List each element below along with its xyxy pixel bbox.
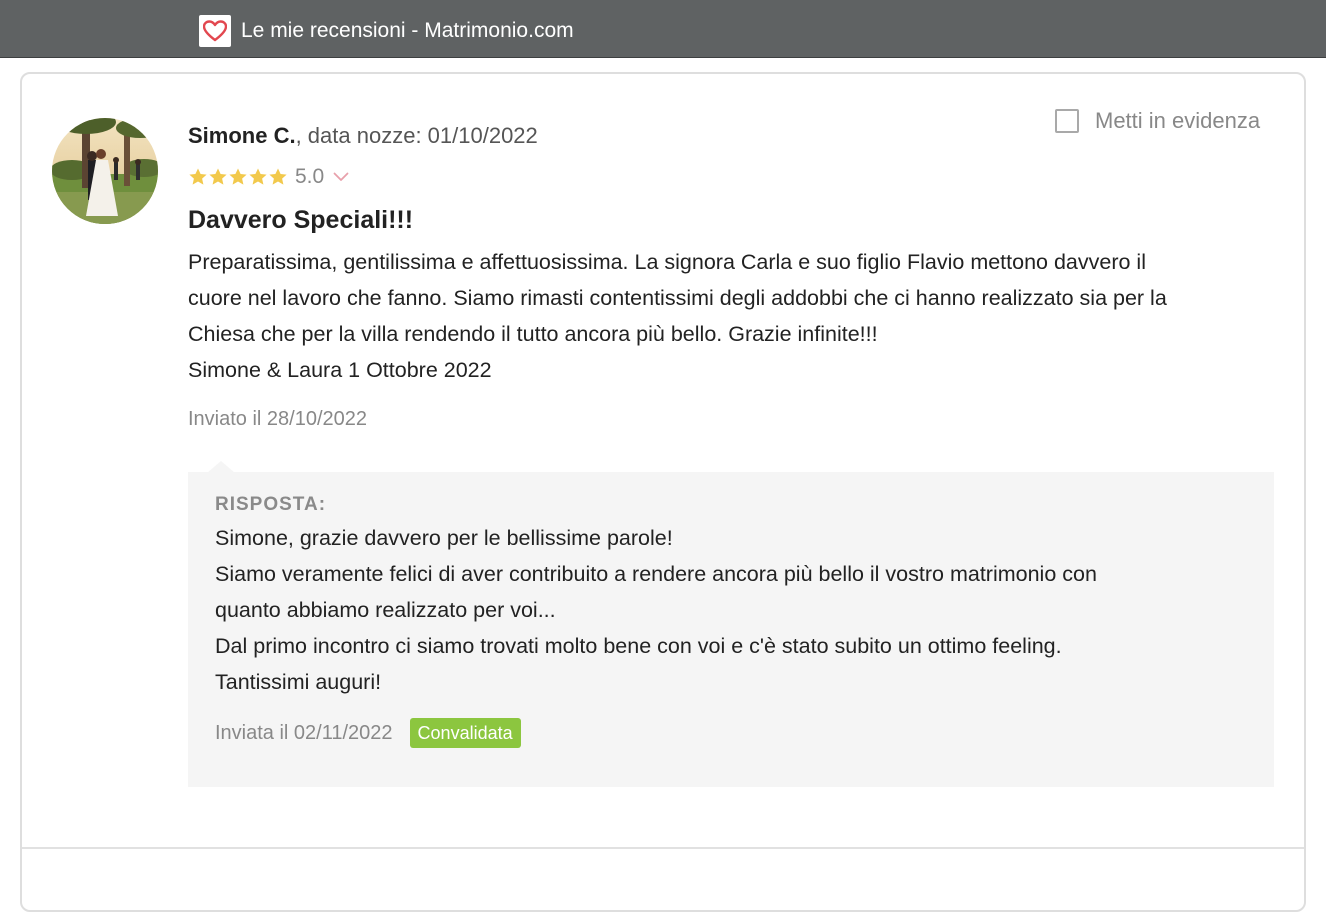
reply-body-line: Tantissimi auguri! [215, 670, 382, 694]
reply-body-line: quanto abbiamo realizzato per voi... [215, 598, 556, 622]
reply-heading: RISPOSTA: [215, 494, 327, 515]
reply-sent-date: Inviata il 02/11/2022 [215, 721, 393, 744]
rating: 5.0 [188, 164, 349, 190]
window-titlebar: Le mie recensioni - Matrimonio.com [0, 0, 1326, 58]
review-body-line: cuore nel lavoro che fanno. Siamo rimast… [188, 286, 1167, 310]
review-body-line: Chiesa che per la villa rendendo il tutt… [188, 322, 878, 346]
star-icon [189, 168, 207, 185]
star-icon [269, 168, 287, 185]
highlight-toggle[interactable]: Metti in evidenza [1055, 107, 1260, 135]
review-author-line: Simone C., data nozze: 01/10/2022 [188, 122, 538, 150]
chevron-down-icon[interactable] [333, 172, 349, 182]
reply-body-line: Siamo veramente felici di aver contribui… [215, 562, 1097, 586]
highlight-checkbox[interactable] [1055, 109, 1079, 133]
star-icon [229, 168, 247, 185]
star-icon [249, 168, 267, 185]
card-divider [22, 847, 1304, 849]
review-body: Preparatissima, gentilissima e affettuos… [188, 244, 1288, 388]
rating-value: 5.0 [295, 165, 325, 188]
star-icon [209, 168, 227, 185]
review-sent-date: Inviato il 28/10/2022 [188, 408, 368, 430]
avatar [52, 118, 158, 224]
reply-body-line: Dal primo incontro ci siamo trovati molt… [215, 634, 1062, 658]
rating-stars [188, 167, 288, 187]
review-author-name: Simone C. [188, 123, 296, 148]
window-title: Le mie recensioni - Matrimonio.com [241, 19, 574, 42]
status-badge: Convalidata [409, 718, 521, 748]
reply-footer: Inviata il 02/11/2022 Convalidata [215, 718, 521, 748]
review-body-line: Simone & Laura 1 Ottobre 2022 [188, 358, 492, 382]
reply-body: Simone, grazie davvero per le bellissime… [215, 520, 1255, 700]
review-body-line: Preparatissima, gentilissima e affettuos… [188, 250, 1146, 274]
wedding-date: , data nozze: 01/10/2022 [295, 123, 538, 148]
matrimonio-heart-icon [199, 15, 231, 47]
highlight-label: Metti in evidenza [1095, 108, 1261, 133]
reply-body-line: Simone, grazie davvero per le bellissime… [215, 526, 673, 550]
review-title: Davvero Speciali!!! [188, 206, 414, 234]
